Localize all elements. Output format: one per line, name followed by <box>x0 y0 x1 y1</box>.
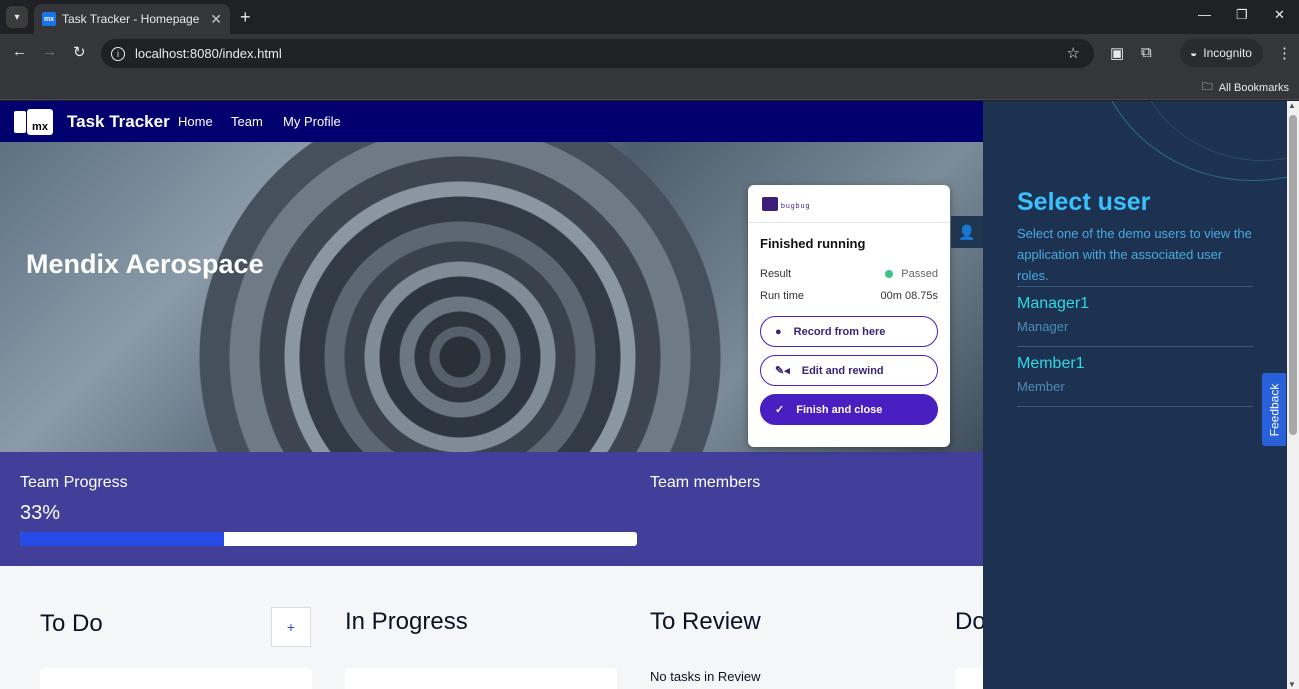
user-switcher-tab[interactable]: 👤 <box>951 216 983 248</box>
all-bookmarks-button[interactable]: 🗀 All Bookmarks <box>1202 78 1289 97</box>
task-card[interactable] <box>345 668 617 689</box>
record-label: Record from here <box>793 325 886 338</box>
lane-title-in-progress: In Progress <box>345 608 468 635</box>
logo-text: mx <box>27 109 53 135</box>
runtime-value: 00m 08.75s <box>880 290 938 302</box>
bugbug-brand: bugbug <box>781 203 811 210</box>
divider <box>1017 286 1253 287</box>
nav-my-profile[interactable]: My Profile <box>283 114 341 129</box>
result-value: Passed <box>901 268 938 280</box>
scrollbar-thumb[interactable] <box>1289 115 1297 435</box>
tab-title: Task Tracker - Homepage <box>62 12 200 26</box>
app-title: Task Tracker <box>67 112 170 131</box>
divider <box>1017 406 1253 407</box>
nav-home[interactable]: Home <box>178 114 213 129</box>
rewind-icon: ✎◂ <box>775 365 790 377</box>
feedback-label: Feedback <box>1267 383 1282 436</box>
user-name: Manager1 <box>1017 295 1090 312</box>
mx-logo[interactable]: mx <box>14 109 54 135</box>
bugbug-logo-icon <box>762 196 778 211</box>
reload-icon[interactable]: ↻ <box>73 43 86 61</box>
bugbug-extension-icon[interactable]: ▣ <box>1110 44 1124 62</box>
browser-toolbar: ← → ↻ i localhost:8080/index.html ☆ ▣ ⧉ … <box>0 34 1299 72</box>
folder-icon: 🗀 <box>1201 81 1213 93</box>
bookmark-star-icon[interactable]: ☆ <box>1067 44 1080 62</box>
incognito-label: Incognito <box>1203 46 1252 60</box>
select-user-panel: Select user Select one of the demo users… <box>983 101 1287 689</box>
runtime-row: Run time 00m 08.75s <box>760 290 938 302</box>
team-progress-fill <box>20 532 224 546</box>
edit-label: Edit and rewind <box>801 364 884 377</box>
new-tab-button[interactable]: + <box>240 7 251 28</box>
record-from-here-button[interactable]: ● Record from here <box>760 316 938 347</box>
finish-and-close-button[interactable]: ✓ Finish and close <box>760 394 938 425</box>
bugbug-status-title: Finished running <box>760 236 866 251</box>
chevron-down-icon: ▾ <box>14 11 20 23</box>
feedback-button[interactable]: Feedback <box>1262 373 1286 446</box>
all-bookmarks-label: All Bookmarks <box>1218 81 1289 94</box>
team-progress-value: 33% <box>20 502 61 524</box>
user-role: Manager <box>1017 319 1069 334</box>
runtime-label: Run time <box>760 290 805 302</box>
page-viewport: mx Task Tracker Home Team My Profile Men… <box>0 101 1299 689</box>
team-members-label: Team members <box>650 474 761 491</box>
user-role: Member <box>1017 379 1065 394</box>
browser-tab-strip: ▾ mx Task Tracker - Homepage ✕ + — ❐ ✕ <box>0 0 1299 34</box>
minimize-icon[interactable]: — <box>1198 7 1211 22</box>
user-settings-icon: 👤 <box>958 223 976 240</box>
bugbug-run-panel: bugbug Finished running Result Passed Ru… <box>748 185 950 447</box>
close-tab-icon[interactable]: ✕ <box>210 11 222 28</box>
result-row: Result Passed <box>760 268 938 280</box>
scroll-down-icon[interactable]: ▼ <box>1288 680 1296 689</box>
restore-icon[interactable]: ❐ <box>1236 7 1248 23</box>
panel-title: Select user <box>1017 188 1151 216</box>
record-icon: ● <box>775 325 782 338</box>
incognito-indicator[interactable]: ◒ Incognito <box>1180 39 1263 67</box>
tab-search-button[interactable]: ▾ <box>6 6 28 28</box>
address-bar[interactable]: i localhost:8080/index.html ☆ <box>101 39 1094 68</box>
lane-title-todo: To Do <box>40 610 103 637</box>
page-scrollbar[interactable]: ▲ ▼ <box>1287 101 1299 689</box>
extensions-icon[interactable]: ⧉ <box>1141 44 1152 61</box>
hero-title: Mendix Aerospace <box>26 249 264 279</box>
edit-and-rewind-button[interactable]: ✎◂ Edit and rewind <box>760 355 938 386</box>
browser-tab[interactable]: mx Task Tracker - Homepage ✕ <box>34 4 230 34</box>
lane-title-to-review: To Review <box>650 608 761 635</box>
team-progress-bar <box>20 532 637 546</box>
passed-status-icon <box>885 270 894 279</box>
team-progress-label: Team Progress <box>20 474 128 491</box>
user-name: Member1 <box>1017 355 1085 372</box>
app-navbar: mx Task Tracker Home Team My Profile <box>0 101 983 142</box>
incognito-icon: ◒ <box>1190 46 1198 60</box>
result-label: Result <box>760 268 792 280</box>
finish-label: Finish and close <box>796 403 883 416</box>
scroll-up-icon[interactable]: ▲ <box>1288 101 1296 110</box>
close-window-icon[interactable]: ✕ <box>1274 7 1285 23</box>
url-text: localhost:8080/index.html <box>135 46 282 61</box>
check-icon: ✓ <box>775 404 785 416</box>
forward-icon[interactable]: → <box>42 43 57 60</box>
tab-favicon-icon: mx <box>42 12 56 26</box>
lane-title-done: Do <box>955 608 986 635</box>
menu-icon[interactable]: ⋮ <box>1277 44 1292 62</box>
back-icon[interactable]: ← <box>12 43 27 60</box>
divider <box>1017 346 1253 347</box>
bookmarks-bar: 🗀 All Bookmarks <box>0 72 1299 100</box>
task-card[interactable] <box>40 668 312 689</box>
bugbug-header: bugbug <box>748 185 950 223</box>
panel-description: Select one of the demo users to view the… <box>1017 226 1252 283</box>
task-card[interactable] <box>955 668 983 689</box>
no-review-tasks-text: No tasks in Review <box>650 669 761 684</box>
team-progress-section: Team Progress 33% Team members <box>0 452 983 566</box>
site-info-icon[interactable]: i <box>111 46 125 61</box>
add-task-button[interactable]: + <box>271 607 311 647</box>
nav-team[interactable]: Team <box>231 114 263 129</box>
